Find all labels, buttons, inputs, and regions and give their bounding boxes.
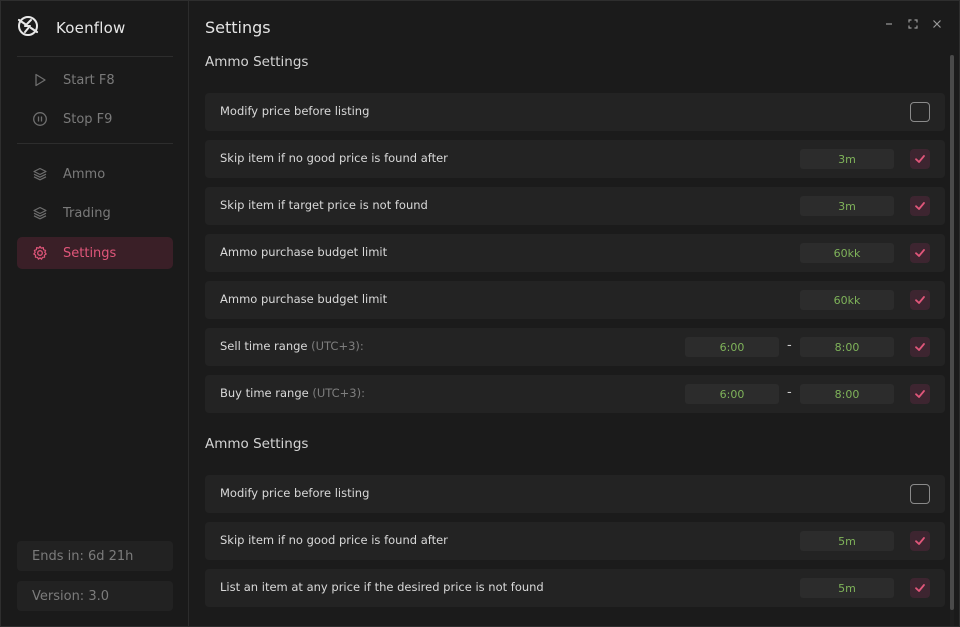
- setting-row: Skip item if no good price is found afte…: [205, 140, 945, 178]
- settings-panel: Settings Ammo Settings Modify price befo…: [190, 1, 959, 626]
- setting-label: List an item at any price if the desired…: [220, 580, 544, 594]
- close-button[interactable]: [930, 17, 944, 31]
- section-title: Ammo Settings: [205, 436, 309, 452]
- page-title: Settings: [205, 18, 271, 37]
- app-window: Koenflow Start F8 Stop F9 Ammo Trading S…: [0, 0, 960, 627]
- range-separator: -: [787, 338, 792, 353]
- setting-row: Skip item if target price is not found 3…: [205, 187, 945, 225]
- sidebar-item-label: Start F8: [63, 72, 115, 88]
- value-input[interactable]: 3m: [800, 196, 894, 216]
- value-input[interactable]: 60kk: [800, 290, 894, 310]
- setting-label: Ammo purchase budget limit: [220, 245, 388, 259]
- maximize-button[interactable]: [906, 17, 920, 31]
- check-icon: [915, 390, 925, 398]
- play-icon: [32, 72, 48, 88]
- check-icon: [915, 584, 925, 592]
- setting-checkbox[interactable]: [910, 102, 930, 122]
- setting-label: Buy time range (UTC+3):: [220, 386, 365, 400]
- setting-label: Modify price before listing: [220, 104, 370, 118]
- value-input[interactable]: 5m: [800, 578, 894, 598]
- pause-circle-icon: [32, 111, 48, 127]
- minimize-icon: [886, 23, 892, 25]
- timezone-label: (UTC+3):: [311, 339, 364, 353]
- setting-checkbox[interactable]: [910, 384, 930, 404]
- sidebar-item-settings[interactable]: Settings: [17, 237, 173, 269]
- sidebar-divider: [17, 143, 173, 144]
- scrollbar[interactable]: [950, 55, 954, 626]
- scrollbar-thumb[interactable]: [950, 55, 954, 610]
- time-to-input[interactable]: 8:00: [800, 337, 894, 357]
- gear-icon: [32, 245, 48, 261]
- setting-row: List an item at any price if the desired…: [205, 569, 945, 607]
- brand: Koenflow: [15, 15, 126, 41]
- setting-checkbox[interactable]: [910, 578, 930, 598]
- sidebar-item-trading[interactable]: Trading: [17, 197, 173, 229]
- check-icon: [915, 249, 925, 257]
- setting-row: Sell time range (UTC+3): 6:00 - 8:00: [205, 328, 945, 366]
- sidebar-divider: [17, 56, 173, 57]
- setting-label: Sell time range (UTC+3):: [220, 339, 364, 353]
- sidebar-item-ammo[interactable]: Ammo: [17, 158, 173, 190]
- section-title: Ammo Settings: [205, 54, 309, 70]
- setting-row: Ammo purchase budget limit 60kk: [205, 281, 945, 319]
- timezone-label: (UTC+3):: [312, 386, 365, 400]
- time-to-input[interactable]: 8:00: [800, 384, 894, 404]
- time-from-input[interactable]: 6:00: [685, 337, 779, 357]
- sidebar-item-label: Settings: [63, 245, 117, 261]
- setting-checkbox[interactable]: [910, 337, 930, 357]
- setting-checkbox[interactable]: [910, 484, 930, 504]
- setting-checkbox[interactable]: [910, 196, 930, 216]
- sidebar-item-label: Trading: [63, 205, 111, 221]
- value-input[interactable]: 5m: [800, 531, 894, 551]
- setting-label: Skip item if no good price is found afte…: [220, 151, 448, 165]
- logo-icon: [15, 13, 41, 43]
- setting-label: Ammo purchase budget limit: [220, 292, 388, 306]
- value-input[interactable]: 3m: [800, 149, 894, 169]
- setting-label: Skip item if target price is not found: [220, 198, 428, 212]
- setting-row: Skip item if no good price is found afte…: [205, 522, 945, 560]
- setting-row: Buy time range (UTC+3): 6:00 - 8:00: [205, 375, 945, 413]
- setting-checkbox[interactable]: [910, 149, 930, 169]
- check-icon: [915, 343, 925, 351]
- value-input[interactable]: 60kk: [800, 243, 894, 263]
- setting-label: Skip item if no good price is found afte…: [220, 533, 448, 547]
- sidebar: Koenflow Start F8 Stop F9 Ammo Trading S…: [1, 1, 189, 626]
- check-icon: [915, 202, 925, 210]
- setting-row: Modify price before listing: [205, 475, 945, 513]
- setting-row: Modify price before listing: [205, 93, 945, 131]
- check-icon: [915, 155, 925, 163]
- minimize-button[interactable]: [882, 17, 896, 31]
- maximize-icon: [908, 19, 918, 29]
- close-icon: [933, 20, 941, 28]
- range-separator: -: [787, 385, 792, 400]
- check-icon: [915, 296, 925, 304]
- setting-checkbox[interactable]: [910, 290, 930, 310]
- setting-checkbox[interactable]: [910, 531, 930, 551]
- sidebar-item-start[interactable]: Start F8: [17, 64, 173, 96]
- check-icon: [915, 537, 925, 545]
- setting-row: Ammo purchase budget limit 60kk: [205, 234, 945, 272]
- time-from-input[interactable]: 6:00: [685, 384, 779, 404]
- setting-label: Modify price before listing: [220, 486, 370, 500]
- version-label: Version: 3.0: [17, 581, 173, 611]
- layers-icon: [32, 166, 48, 182]
- sidebar-item-stop[interactable]: Stop F9: [17, 103, 173, 135]
- layers-icon: [32, 205, 48, 221]
- sidebar-item-label: Stop F9: [63, 111, 113, 127]
- sidebar-item-label: Ammo: [63, 166, 106, 182]
- subscription-ends: Ends in: 6d 21h: [17, 541, 173, 571]
- app-name: Koenflow: [56, 19, 126, 37]
- setting-checkbox[interactable]: [910, 243, 930, 263]
